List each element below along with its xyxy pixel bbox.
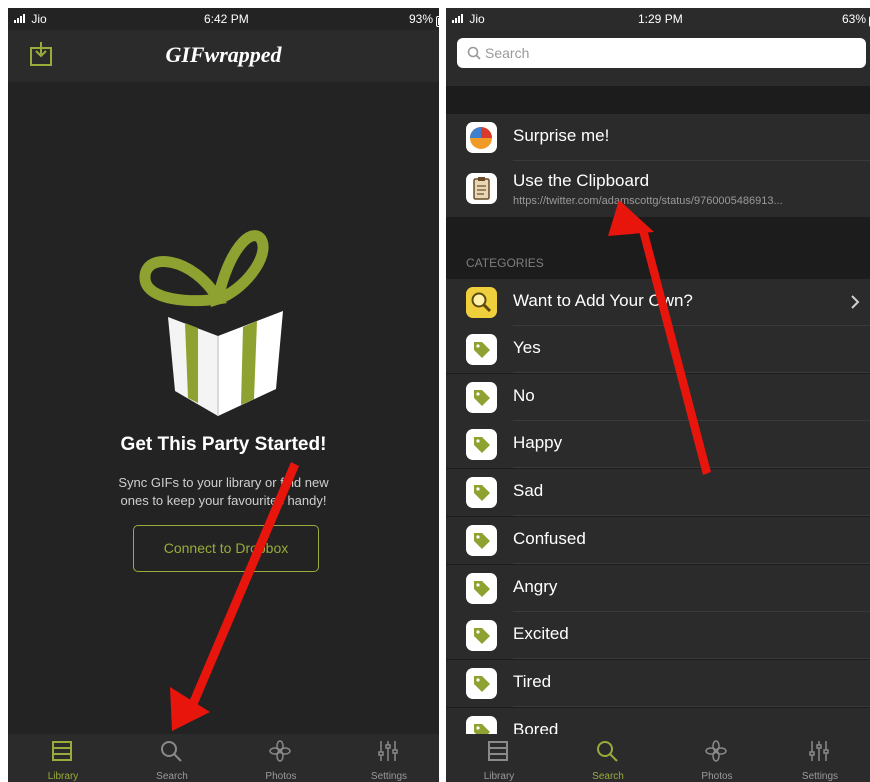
battery-status: 93%: [409, 12, 439, 27]
right-phone-screen: Jio 1:29 PM 63% Search Surprise me! Use …: [446, 8, 870, 782]
category-label: Sad: [513, 481, 544, 501]
photos-icon: [705, 740, 727, 762]
category-label: Tired: [513, 671, 552, 691]
search-input[interactable]: Search: [457, 38, 866, 68]
settings-icon: [378, 741, 398, 761]
category-label: Excited: [513, 624, 569, 644]
tag-icon: [466, 381, 497, 413]
nav-bar: GIFwrapped: [8, 30, 439, 82]
tag-icon: [466, 429, 497, 461]
subtitle-line: ones to keep your favourites handy!: [120, 493, 327, 508]
tag-icon: [466, 620, 497, 652]
settings-icon: [809, 741, 829, 761]
category-label: Angry: [513, 576, 558, 596]
row-label: Want to Add Your Own?: [513, 291, 693, 310]
connect-dropbox-button[interactable]: Connect to Dropbox: [133, 525, 319, 572]
carrier-label: Jio: [14, 12, 47, 26]
category-label: Happy: [513, 433, 563, 453]
status-bar: Jio 6:42 PM 93%: [8, 8, 439, 30]
tab-library[interactable]: Library: [449, 734, 549, 782]
signal-icon: [452, 14, 463, 23]
category-row[interactable]: Excited: [446, 612, 870, 660]
tab-label: Settings: [801, 771, 839, 782]
tab-label: Library: [483, 771, 515, 782]
add-category-row[interactable]: Want to Add Your Own?: [446, 279, 870, 326]
tab-label: Search: [592, 771, 624, 782]
tab-search[interactable]: Search: [558, 734, 658, 782]
row-label: Use the Clipboard: [513, 171, 650, 190]
status-time: 1:29 PM: [638, 12, 683, 26]
clipboard-icon: [466, 173, 497, 204]
surprise-icon: [466, 122, 497, 153]
tag-icon: [466, 477, 497, 509]
category-label: Yes: [513, 338, 541, 357]
category-row[interactable]: Happy: [446, 421, 870, 469]
category-row[interactable]: Angry: [446, 564, 870, 612]
left-phone-screen: Jio 6:42 PM 93% GIFwrapped Get This Part…: [8, 8, 439, 782]
gift-illustration-icon: [139, 230, 283, 416]
tag-icon: [466, 572, 497, 604]
tab-label: Photos: [265, 771, 297, 782]
search-placeholder: Search: [485, 45, 530, 61]
tab-library[interactable]: Library: [13, 734, 113, 782]
surprise-me-row[interactable]: Surprise me!: [446, 114, 870, 161]
tab-bar: Library Search Photos Settings: [8, 734, 439, 782]
tag-icon: [466, 334, 497, 365]
search-header: Search: [446, 30, 870, 86]
tag-icon: [466, 524, 497, 556]
tab-label: Photos: [701, 771, 733, 782]
tab-label: Library: [47, 771, 79, 782]
category-row[interactable]: Sad: [446, 469, 870, 517]
tab-photos[interactable]: Photos: [667, 734, 767, 782]
category-row[interactable]: Yes: [446, 326, 870, 373]
row-label: Surprise me!: [513, 126, 610, 145]
tag-icon: [466, 667, 497, 699]
categories-header: CATEGORIES: [466, 256, 544, 270]
tab-label: Search: [156, 771, 188, 782]
library-icon: [488, 741, 508, 761]
tab-bar: Library Search Photos Settings: [446, 734, 870, 782]
empty-state-subtitle: Sync GIFs to your library or find new on…: [8, 474, 439, 510]
tab-photos[interactable]: Photos: [231, 734, 331, 782]
tab-settings[interactable]: Settings: [770, 734, 870, 782]
tab-search[interactable]: Search: [122, 734, 222, 782]
carrier-label: Jio: [452, 12, 485, 26]
category-label: Confused: [513, 528, 586, 548]
category-row[interactable]: Tired: [446, 659, 870, 707]
status-bar: Jio 1:29 PM 63%: [446, 8, 870, 30]
battery-status: 63%: [842, 12, 870, 27]
tab-label: Settings: [370, 771, 408, 782]
search-icon: [467, 46, 481, 60]
clipboard-url: https://twitter.com/adamscottg/status/97…: [513, 195, 783, 207]
chevron-right-icon: [851, 295, 860, 309]
clipboard-row[interactable]: Use the Clipboard https://twitter.com/ad…: [446, 161, 870, 217]
empty-state-heading: Get This Party Started!: [120, 434, 327, 455]
signal-icon: [14, 14, 25, 23]
photos-icon: [269, 740, 291, 762]
category-row[interactable]: No: [446, 373, 870, 421]
magnifier-icon: [466, 287, 497, 318]
category-row[interactable]: Confused: [446, 516, 870, 564]
status-time: 6:42 PM: [204, 12, 249, 26]
category-label: No: [513, 385, 535, 405]
search-icon: [161, 741, 182, 762]
app-title: GIFwrapped: [165, 42, 282, 67]
battery-icon: [436, 16, 439, 27]
library-icon: [52, 741, 72, 761]
tab-settings[interactable]: Settings: [339, 734, 439, 782]
subtitle-line: Sync GIFs to your library or find new: [118, 475, 329, 490]
search-icon: [597, 741, 618, 762]
